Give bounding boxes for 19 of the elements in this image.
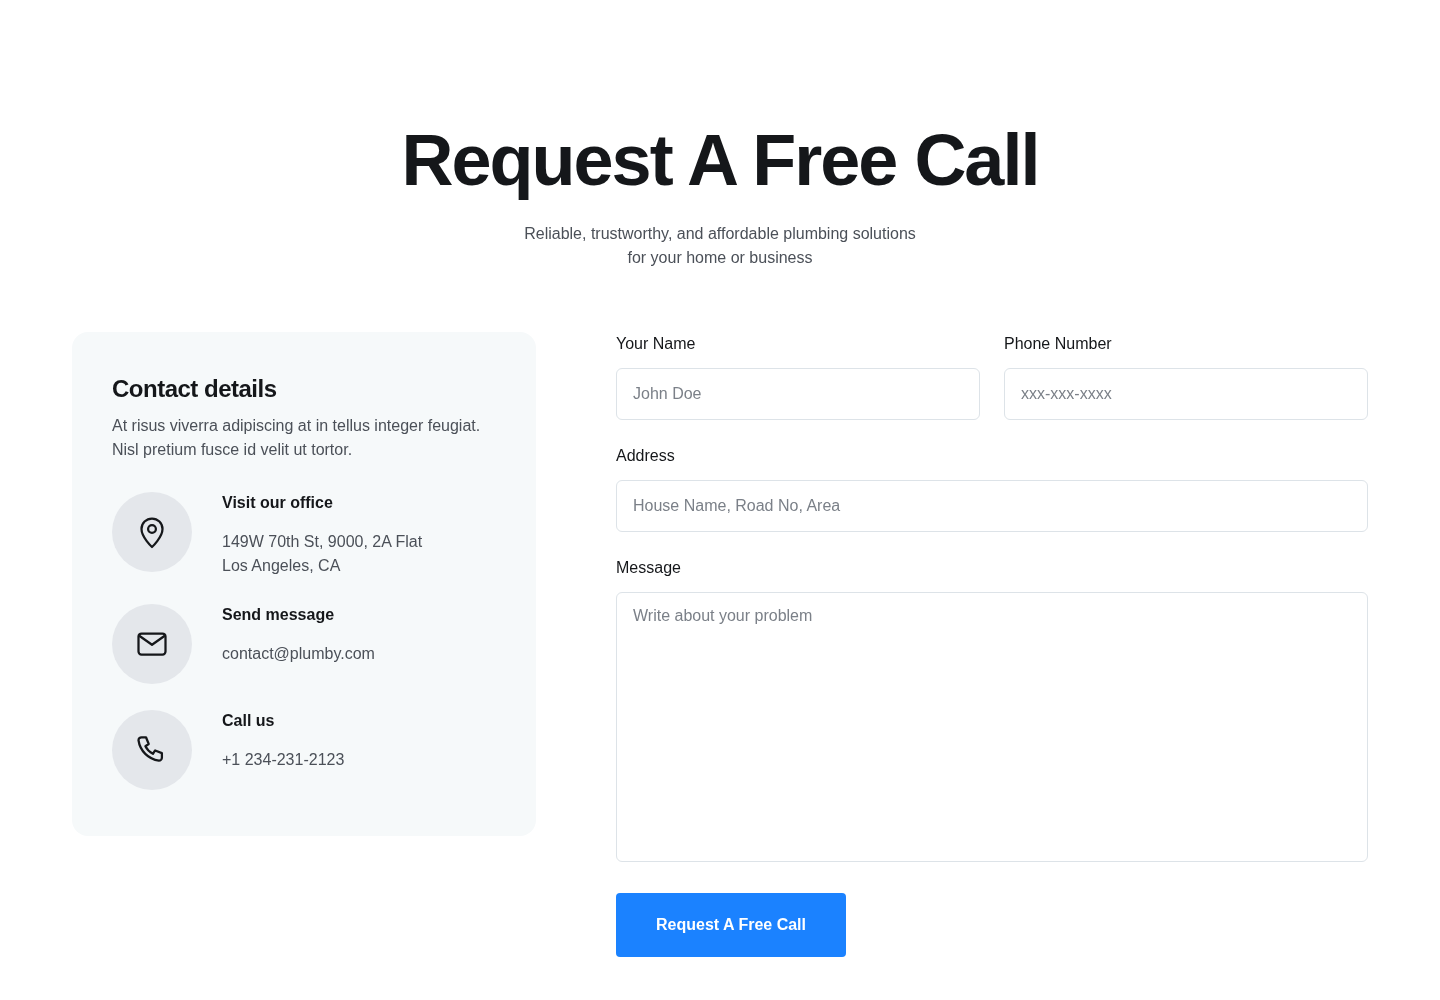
input-field[interactable]: John Doe [616, 368, 980, 420]
field-label: Address [616, 446, 675, 466]
contact-title: Visit our office [222, 493, 334, 513]
field-label: Your Name [616, 334, 696, 354]
input-field[interactable]: xxx-xxx-xxxx [1004, 368, 1368, 420]
contact-title: Call us [222, 711, 276, 731]
field-label: Message [616, 558, 681, 578]
page-title: Request A Free Call [401, 119, 1039, 202]
card-description: At risus viverra adipiscing at in tellus integer feugiat. Nisl pretium fusce id velit ut tortor. [112, 416, 482, 460]
input-field[interactable]: House Name, Road No, Area [616, 480, 1368, 532]
card-title: Contact details [112, 374, 278, 404]
message-field[interactable]: Write about your problem [616, 592, 1368, 862]
contact-info: 149W 70th St, 9000, 2A Flat Los Angeles, CA [222, 532, 423, 576]
field-label: Phone Number [1004, 334, 1112, 354]
contact-info: +1 234-231-2123 [222, 750, 345, 770]
contact-info: contact@plumby.com [222, 644, 375, 664]
submit-button[interactable]: Request A Free Call [616, 893, 846, 957]
contact-title: Send message [222, 605, 336, 625]
page-subtitle: Reliable, trustworthy, and affordable plumbing solutions for your home or business [524, 224, 916, 268]
